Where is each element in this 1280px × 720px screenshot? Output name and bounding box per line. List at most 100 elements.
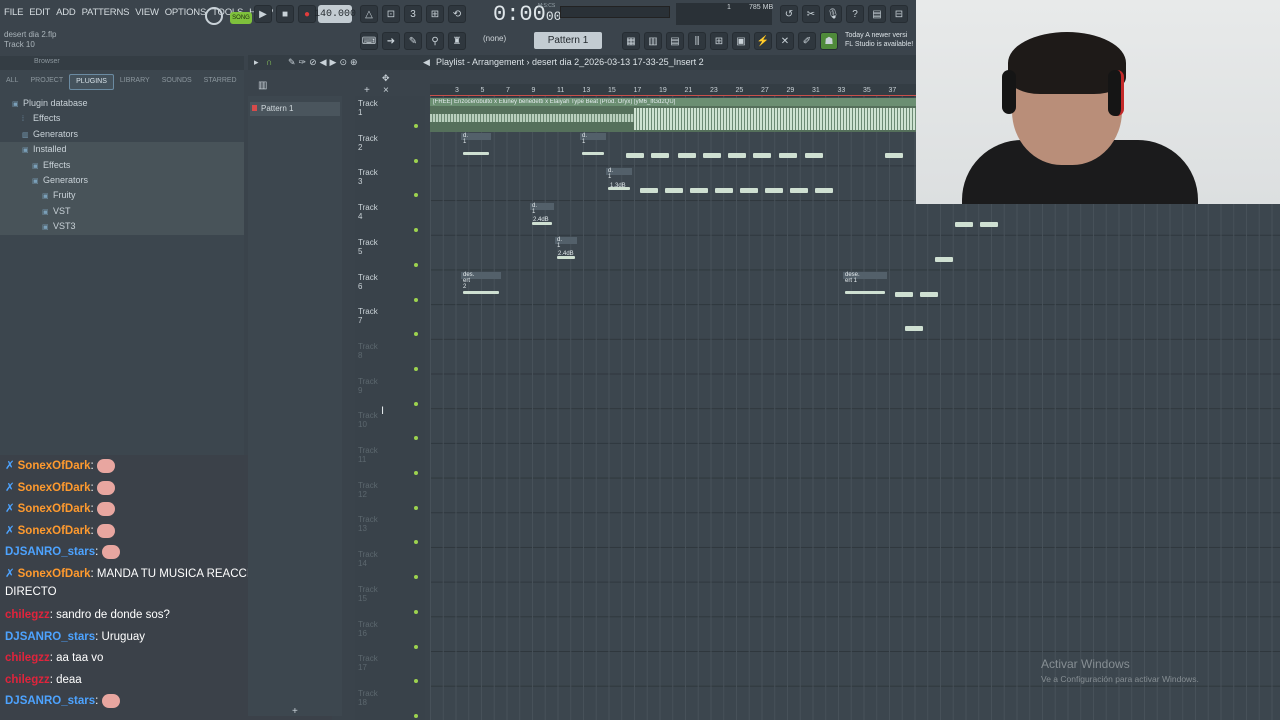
sample-clip-label: d. 1	[557, 237, 563, 249]
track-name[interactable]: Track 18	[358, 689, 378, 707]
tempo-display[interactable]: 140.000	[314, 5, 356, 23]
save-icon[interactable]: ▤	[868, 5, 886, 23]
track-name[interactable]: Track 7	[358, 307, 378, 325]
browser-tab-all[interactable]: ALL	[0, 74, 24, 90]
arrow-right-icon[interactable]: ➜	[382, 32, 400, 50]
pen-icon[interactable]: ✐	[798, 32, 816, 50]
metronome-icon[interactable]: △	[360, 5, 378, 23]
browser-tree-item[interactable]: ▣ Effects	[0, 157, 244, 173]
browser-tab-plugins[interactable]: PLUGINS	[69, 74, 114, 90]
browser-tree-item[interactable]: ▣ Generators	[0, 172, 244, 189]
track-name[interactable]: Track 9	[358, 377, 378, 395]
track-name[interactable]: Track 15	[358, 585, 378, 603]
play-button[interactable]: ▶	[254, 5, 272, 23]
menu-item-edit[interactable]: EDIT	[29, 7, 50, 18]
piano-roll-icon[interactable]: ▤	[666, 32, 684, 50]
pattern-toggle-icon[interactable]: ▥	[258, 80, 267, 91]
track-enable-indicator[interactable]	[414, 471, 418, 475]
track-name[interactable]: Track 16	[358, 620, 378, 638]
mic-icon[interactable]: 🎙	[824, 5, 842, 23]
pattern-item[interactable]: Pattern 1	[250, 102, 340, 116]
menu-item-view[interactable]: VIEW	[135, 7, 159, 18]
playlist-icon[interactable]: ▦	[622, 32, 640, 50]
zoom-icon[interactable]: ✥	[382, 73, 390, 84]
track-enable-indicator[interactable]	[414, 297, 418, 302]
track-enable-indicator[interactable]	[414, 609, 418, 614]
mixer-view-icon[interactable]: ⫼	[688, 32, 706, 50]
track-name[interactable]: Track 3	[358, 168, 378, 186]
link-icon[interactable]: ⚲	[426, 32, 444, 50]
browser-tab-starred[interactable]: STARRED	[198, 74, 243, 90]
track-name[interactable]: Track 14	[358, 550, 378, 568]
playlist-menu-arrow-icon[interactable]: ▸	[254, 57, 259, 68]
track-name[interactable]: Track 12	[358, 481, 378, 499]
playlist-play-icon[interactable]: ◀	[423, 57, 430, 68]
ruler-number: 31	[812, 87, 820, 94]
clip-gain-label: 2.4dB	[558, 251, 574, 257]
browser-tree-item[interactable]: ▣ Plugin database	[0, 96, 244, 111]
browser-tree-item[interactable]: ▣ VST3	[0, 219, 244, 235]
pattern-selector[interactable]: Pattern 1	[534, 32, 602, 49]
track-enable-indicator[interactable]	[414, 366, 418, 371]
windows-activation-title: Activar Windows	[1041, 657, 1130, 671]
menu-item-options[interactable]: OPTIONS	[165, 7, 207, 18]
track-name[interactable]: Track 13	[358, 515, 378, 533]
tools-icon[interactable]: ✕	[776, 32, 794, 50]
master-volume-knob-icon[interactable]	[205, 7, 223, 25]
track-name[interactable]: Track 17	[358, 654, 378, 672]
cart-icon[interactable]: ☗	[820, 32, 838, 50]
pencil-icon[interactable]: ✎	[404, 32, 422, 50]
track-enable-indicator[interactable]	[414, 158, 418, 163]
help-icon[interactable]: ?	[846, 5, 864, 23]
stamp-icon[interactable]: ♜	[448, 32, 466, 50]
browser-tree-item[interactable]: ▥ Generators	[0, 127, 244, 142]
step-edit-icon[interactable]: ⊞	[426, 5, 444, 23]
add-track-icon[interactable]: +	[292, 706, 298, 717]
track-name[interactable]: Track 1	[358, 99, 378, 117]
browser-tree-item[interactable]: ▣ Installed	[0, 142, 244, 158]
keyboard-icon[interactable]: ⌨	[360, 32, 378, 50]
track-enable-indicator[interactable]	[414, 713, 418, 718]
menu-item-patterns[interactable]: PATTERNS	[82, 7, 130, 18]
song-mode-toggle[interactable]: SONG	[230, 12, 252, 24]
add-icon[interactable]: +	[364, 85, 370, 96]
track-name[interactable]: Track 10	[358, 411, 378, 429]
hint-bar: desert dia 2.flp Track 10	[4, 30, 56, 50]
playlist-tools-icon[interactable]: ✎✑⊘◀▶⊙⊕	[288, 57, 361, 68]
countdown-icon[interactable]: 3	[404, 5, 422, 23]
close-icon[interactable]: ×	[383, 85, 389, 96]
track-enable-indicator[interactable]	[414, 262, 418, 267]
browser-tree-item[interactable]: ⁞ Effects	[0, 111, 244, 126]
track-enable-indicator[interactable]	[414, 401, 418, 406]
news-panel[interactable]: Today A newer versi FL Studio is availab…	[845, 31, 916, 49]
track-name[interactable]: Track 5	[358, 238, 378, 256]
track-enable-indicator[interactable]	[414, 644, 418, 649]
browser-icon[interactable]: ⊞	[710, 32, 728, 50]
track-name[interactable]: Track 2	[358, 134, 378, 152]
clipboard-icon[interactable]: ▣	[732, 32, 750, 50]
track-name[interactable]: Track 11	[358, 446, 378, 464]
track-name[interactable]: Track 4	[358, 203, 378, 221]
track-name[interactable]: Track 8	[358, 342, 378, 360]
browser-tab-library[interactable]: LIBRARY	[114, 74, 156, 90]
menu-item-file[interactable]: FILE	[4, 7, 23, 18]
track-name[interactable]: Track 6	[358, 273, 378, 291]
browser-tree-item[interactable]: ▣ VST	[0, 203, 244, 220]
stop-button[interactable]: ■	[276, 5, 294, 23]
menu-item-add[interactable]: ADD	[56, 7, 76, 18]
plugin-icon[interactable]: ⚡	[754, 32, 772, 50]
browser-tab-sounds[interactable]: SOUNDS	[156, 74, 198, 90]
ruler-number: 19	[659, 87, 667, 94]
loop-record-icon[interactable]: ⟲	[448, 5, 466, 23]
magnet-icon[interactable]: ∩	[266, 57, 272, 67]
track-enable-indicator[interactable]	[414, 505, 418, 510]
undo-icon[interactable]: ↺	[780, 5, 798, 23]
browser-tab-project[interactable]: PROJECT	[24, 74, 69, 90]
mixer-icon[interactable]: ⊟	[890, 5, 908, 23]
wait-input-icon[interactable]: ⊡	[382, 5, 400, 23]
channel-rack-icon[interactable]: ▥	[644, 32, 662, 50]
browser-tree-item[interactable]: ▣ Fruity	[0, 188, 244, 204]
snap-selector[interactable]: (none)	[483, 34, 506, 43]
track-enable-indicator[interactable]	[414, 124, 418, 128]
cut-icon[interactable]: ✂	[802, 5, 820, 23]
